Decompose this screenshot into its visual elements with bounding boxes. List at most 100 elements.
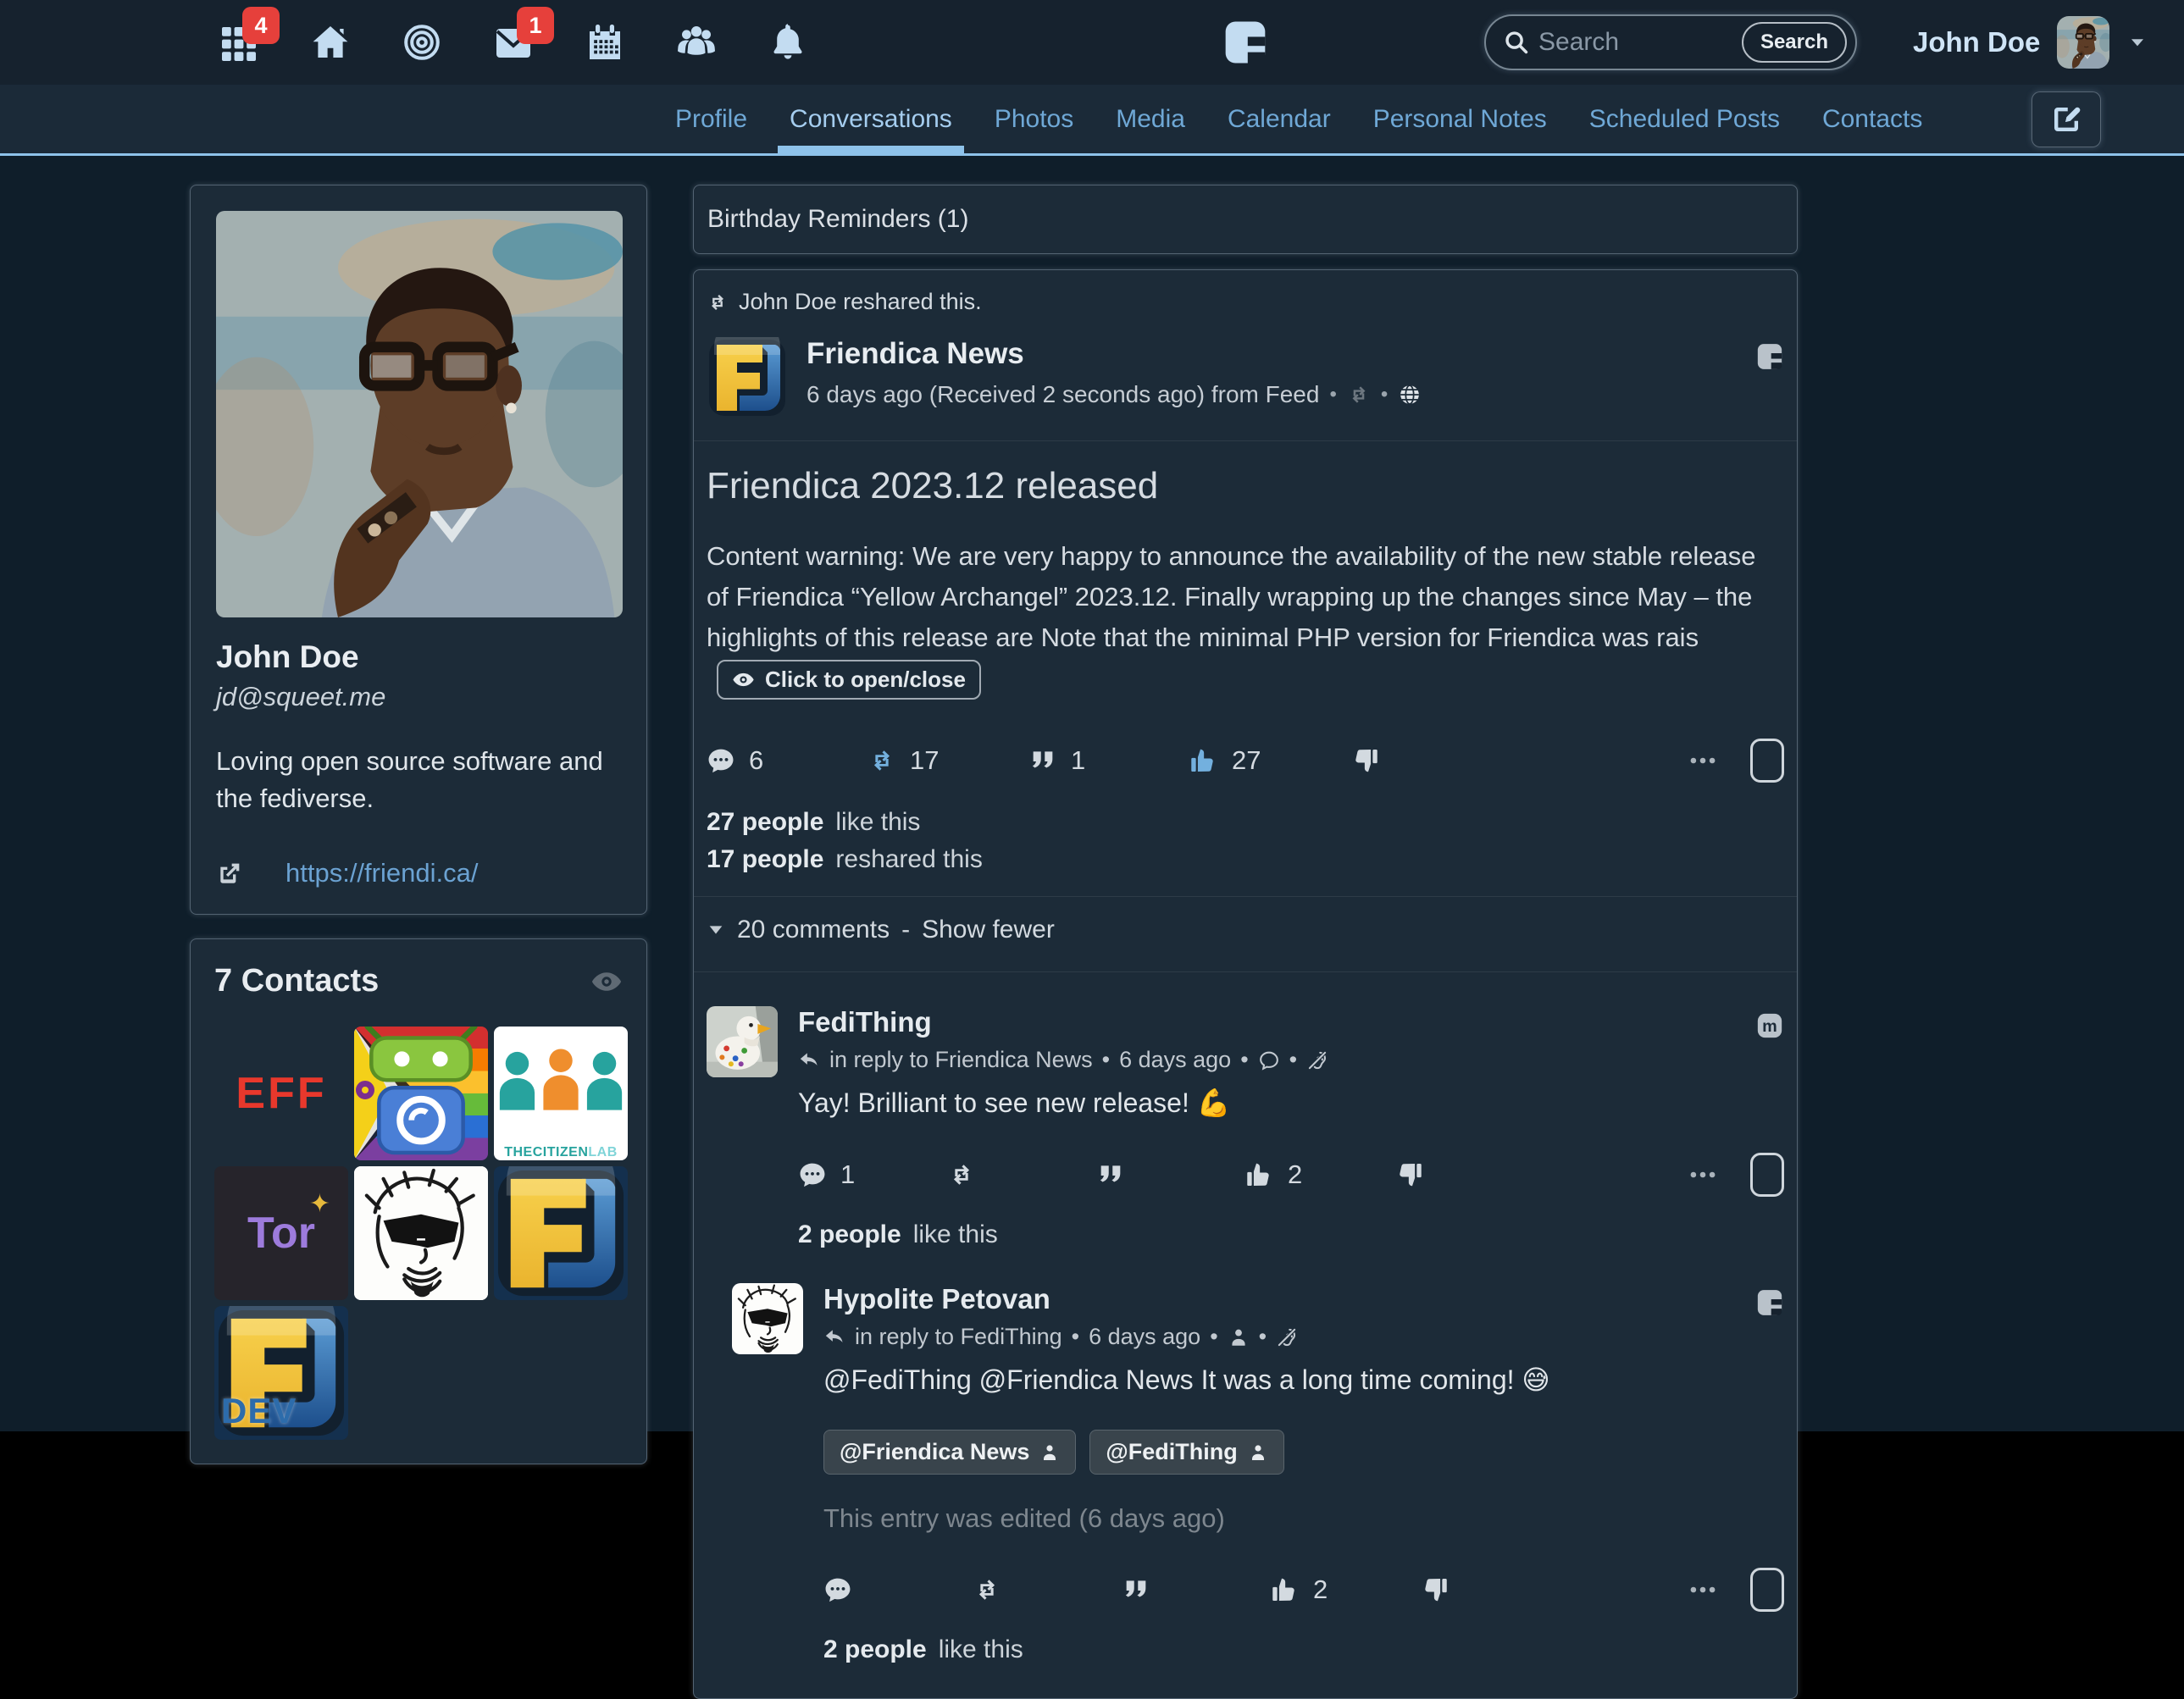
profile-website-link[interactable]: https://friendi.ca/ — [285, 858, 478, 888]
home-icon — [310, 22, 351, 63]
eff-logo-text: EFF — [236, 1069, 327, 1119]
in-reply-to-link[interactable]: in reply to Friendica News — [829, 1047, 1093, 1073]
mention-tag-friendica-news[interactable]: @Friendica News — [823, 1430, 1077, 1475]
navbar-icon-group: 4 1 — [219, 0, 808, 85]
likes-people-link[interactable]: 27 people — [707, 808, 823, 837]
contact-avatar-friendica[interactable] — [494, 1166, 628, 1301]
external-link-icon — [216, 860, 243, 887]
quote-button[interactable] — [1122, 1575, 1271, 1604]
select-comment-checkbox[interactable] — [1750, 1568, 1784, 1613]
like-count: 2 — [1288, 1159, 1303, 1190]
comment-author-avatar[interactable] — [707, 1006, 778, 1077]
groups-button[interactable] — [676, 22, 717, 63]
contact-avatar-sketch-portrait[interactable] — [354, 1166, 488, 1301]
person-icon — [1248, 1442, 1268, 1463]
comment-button[interactable]: 6 — [707, 745, 868, 776]
contact-avatar-citizen-lab[interactable]: THECITIZENLAB — [494, 1027, 628, 1161]
like-button[interactable]: 2 — [1271, 1574, 1420, 1605]
in-reply-to-link[interactable]: in reply to FediThing — [855, 1324, 1062, 1350]
likes-label: like this — [938, 1635, 1023, 1664]
profile-photo-image — [216, 211, 623, 617]
reshare-button[interactable] — [947, 1160, 1096, 1189]
birthday-reminders-banner[interactable]: Birthday Reminders (1) — [693, 185, 1798, 254]
contact-avatar-eff[interactable]: EFF — [214, 1027, 348, 1160]
comment-timestamp[interactable]: 6 days ago — [1119, 1047, 1231, 1073]
post-author-avatar[interactable] — [707, 337, 788, 418]
select-comment-checkbox[interactable] — [1750, 1153, 1784, 1198]
likes-label: like this — [835, 808, 921, 837]
tab-contacts[interactable]: Contacts — [1821, 85, 1924, 153]
search-submit-button[interactable]: Search — [1741, 22, 1847, 63]
sketch-portrait-image — [354, 1166, 488, 1300]
calendar-button[interactable] — [585, 22, 625, 63]
comment-timestamp[interactable]: 6 days ago — [1089, 1324, 1200, 1350]
user-name: John Doe — [1913, 26, 2041, 58]
comment-author-name[interactable]: Hypolite Petovan — [823, 1283, 1755, 1315]
profile-photo[interactable] — [216, 211, 623, 617]
like-button[interactable]: 27 — [1189, 745, 1350, 776]
apps-menu-button[interactable]: 4 — [219, 7, 280, 63]
user-avatar[interactable] — [2057, 16, 2109, 69]
user-menu[interactable]: John Doe — [1913, 0, 2148, 85]
comment-author-avatar[interactable] — [732, 1283, 803, 1354]
tab-photos[interactable]: Photos — [993, 85, 1075, 153]
tab-media[interactable]: Media — [1114, 85, 1187, 153]
more-options-button[interactable] — [1688, 745, 1718, 776]
notifications-button[interactable] — [768, 22, 808, 63]
dislike-button[interactable] — [1350, 746, 1511, 775]
comment-count: 1 — [840, 1159, 856, 1190]
birthday-reminders-label: Birthday Reminders (1) — [707, 205, 969, 233]
friendica-network-badge-icon[interactable] — [1755, 342, 1784, 371]
reshare-button[interactable]: 17 — [868, 745, 1028, 776]
post-timestamp[interactable]: 6 days ago (Received 2 seconds ago) from… — [807, 381, 1319, 408]
public-globe-icon — [1398, 383, 1422, 407]
likes-summary: 27 people like this — [707, 808, 1784, 837]
comment-button[interactable] — [823, 1575, 973, 1604]
quote-button[interactable] — [1096, 1160, 1245, 1189]
friendica-logo-button[interactable] — [1222, 18, 1269, 67]
home-button[interactable] — [310, 22, 351, 63]
tor-logo-text: Tor ✦ — [247, 1190, 330, 1259]
show-fewer-link[interactable]: Show fewer — [922, 916, 1055, 944]
mastodon-network-badge-icon[interactable] — [1755, 1011, 1784, 1040]
post-title[interactable]: Friendica 2023.12 released — [707, 465, 1784, 507]
dislike-button[interactable] — [1394, 1160, 1544, 1189]
fedithing-avatar-image — [707, 1006, 778, 1077]
post-action-row: 6 17 1 27 — [707, 739, 1784, 783]
contact-avatar-fdroid-pride[interactable] — [354, 1027, 488, 1161]
reshare-count: 17 — [910, 745, 940, 776]
network-button[interactable] — [402, 22, 442, 63]
likes-people-link[interactable]: 2 people — [823, 1635, 927, 1664]
content-warning-toggle-button[interactable]: Click to open/close — [717, 660, 981, 700]
select-post-checkbox[interactable] — [1750, 739, 1784, 783]
contacts-visibility-eye-icon[interactable] — [590, 966, 623, 998]
more-options-button[interactable] — [1688, 1159, 1718, 1190]
quote-button[interactable]: 1 — [1028, 745, 1189, 776]
comment-author-name[interactable]: FediThing — [798, 1006, 1755, 1038]
post-author-name[interactable]: Friendica News — [807, 337, 1755, 371]
comments-count-link[interactable]: 20 comments — [737, 916, 890, 944]
friendica-network-badge-icon[interactable] — [1755, 1288, 1784, 1317]
more-options-button[interactable] — [1688, 1574, 1718, 1605]
search-input[interactable] — [1530, 28, 1742, 57]
dislike-button[interactable] — [1420, 1575, 1569, 1604]
reshare-note-text: John Doe reshared this. — [739, 289, 982, 314]
tab-scheduled-posts[interactable]: Scheduled Posts — [1588, 85, 1782, 153]
contact-avatar-tor[interactable]: Tor ✦ — [214, 1166, 348, 1301]
tab-personal-notes[interactable]: Personal Notes — [1372, 85, 1549, 153]
post-card: John Doe reshared this. Friendica News 6… — [693, 269, 1798, 1699]
likes-people-link[interactable]: 2 people — [798, 1220, 901, 1249]
tab-profile[interactable]: Profile — [673, 85, 749, 153]
mention-tag-fedithing[interactable]: @FediThing — [1089, 1430, 1284, 1475]
comment-button[interactable]: 1 — [798, 1159, 947, 1190]
contact-avatar-friendica-dev[interactable]: DEV — [214, 1306, 348, 1441]
tab-calendar[interactable]: Calendar — [1226, 85, 1333, 153]
reshares-people-link[interactable]: 17 people — [707, 845, 823, 874]
like-button[interactable]: 2 — [1245, 1159, 1394, 1190]
likes-summary: 2 people like this — [823, 1635, 1784, 1664]
compose-post-button[interactable] — [2032, 91, 2101, 147]
tab-conversations[interactable]: Conversations — [778, 85, 964, 153]
messages-button[interactable]: 1 — [493, 7, 554, 63]
reshare-button[interactable] — [973, 1575, 1122, 1604]
thumbs-down-icon — [1420, 1575, 1449, 1604]
